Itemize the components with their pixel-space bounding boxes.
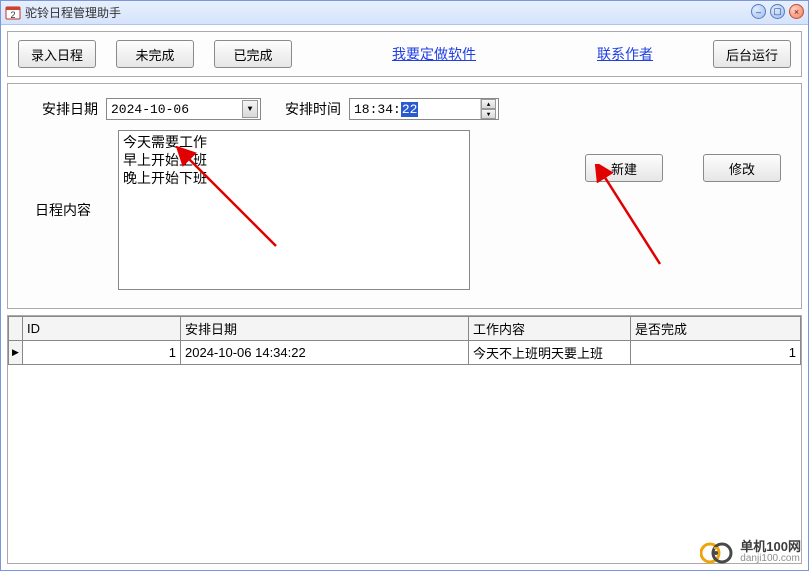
time-input[interactable]: 18:34:22 ▲ ▼ — [349, 98, 499, 120]
cell-date: 2024-10-06 14:34:22 — [181, 341, 469, 365]
watermark-cn: 单机100网 — [740, 541, 801, 553]
client-area: 录入日程 未完成 已完成 我要定做软件 联系作者 后台运行 安排日期 2024-… — [1, 25, 808, 570]
watermark-text: 单机100网 danji100.com — [740, 541, 801, 565]
custom-software-link[interactable]: 我要定做软件 — [392, 44, 476, 64]
window-controls: – ▢ × — [751, 4, 804, 19]
new-button[interactable]: 新建 — [585, 154, 663, 182]
time-value: 18:34:22 — [354, 102, 418, 117]
toolbar-panel: 录入日程 未完成 已完成 我要定做软件 联系作者 后台运行 — [7, 31, 802, 77]
content-label: 日程内容 — [18, 200, 108, 220]
cell-content: 今天不上班明天要上班 — [469, 341, 631, 365]
watermark: 单机100网 danji100.com — [700, 541, 801, 565]
date-value: 2024-10-06 — [111, 102, 189, 117]
content-textarea[interactable]: 今天需要工作 早上开始上班 晚上开始下班 — [118, 130, 470, 290]
time-spinner: ▲ ▼ — [480, 99, 496, 119]
incomplete-button[interactable]: 未完成 — [116, 40, 194, 68]
date-label: 安排日期 — [42, 99, 98, 119]
complete-button[interactable]: 已完成 — [214, 40, 292, 68]
time-label: 安排时间 — [285, 99, 341, 119]
spin-up-icon[interactable]: ▲ — [481, 99, 496, 109]
side-buttons: 新建 修改 — [585, 154, 781, 182]
app-window: 2 驼铃日程管理助手 – ▢ × 录入日程 未完成 已完成 我要定做软件 联系作… — [0, 0, 809, 571]
row-header-blank — [9, 317, 23, 341]
minimize-button[interactable]: – — [751, 4, 766, 19]
grid-panel: ID 安排日期 工作内容 是否完成 ▶ 1 2024-10-06 14:34:2… — [7, 315, 802, 564]
close-button[interactable]: × — [789, 4, 804, 19]
cell-done: 1 — [631, 341, 801, 365]
window-title: 驼铃日程管理助手 — [25, 4, 121, 21]
run-background-button[interactable]: 后台运行 — [713, 40, 791, 68]
date-dropdown-icon[interactable]: ▼ — [242, 100, 258, 118]
table-header-row: ID 安排日期 工作内容 是否完成 — [9, 317, 801, 341]
svg-text:2: 2 — [10, 10, 15, 20]
row-indicator-icon: ▶ — [9, 341, 23, 365]
date-time-row: 安排日期 2024-10-06 ▼ 安排时间 18:34:22 ▲ ▼ — [42, 98, 791, 120]
watermark-en: danji100.com — [740, 553, 801, 565]
col-content[interactable]: 工作内容 — [469, 317, 631, 341]
enter-schedule-button[interactable]: 录入日程 — [18, 40, 96, 68]
col-date[interactable]: 安排日期 — [181, 317, 469, 341]
contact-author-link[interactable]: 联系作者 — [597, 44, 653, 64]
cell-id: 1 — [23, 341, 181, 365]
spin-down-icon[interactable]: ▼ — [481, 109, 496, 119]
edit-button[interactable]: 修改 — [703, 154, 781, 182]
col-done[interactable]: 是否完成 — [631, 317, 801, 341]
titlebar: 2 驼铃日程管理助手 – ▢ × — [1, 1, 808, 25]
date-input[interactable]: 2024-10-06 ▼ — [106, 98, 261, 120]
app-icon: 2 — [5, 5, 21, 21]
schedule-table[interactable]: ID 安排日期 工作内容 是否完成 ▶ 1 2024-10-06 14:34:2… — [8, 316, 801, 365]
col-id[interactable]: ID — [23, 317, 181, 341]
form-panel: 安排日期 2024-10-06 ▼ 安排时间 18:34:22 ▲ ▼ 日程内容… — [7, 83, 802, 309]
watermark-logo-icon — [700, 542, 734, 564]
table-row[interactable]: ▶ 1 2024-10-06 14:34:22 今天不上班明天要上班 1 — [9, 341, 801, 365]
maximize-button[interactable]: ▢ — [770, 4, 785, 19]
